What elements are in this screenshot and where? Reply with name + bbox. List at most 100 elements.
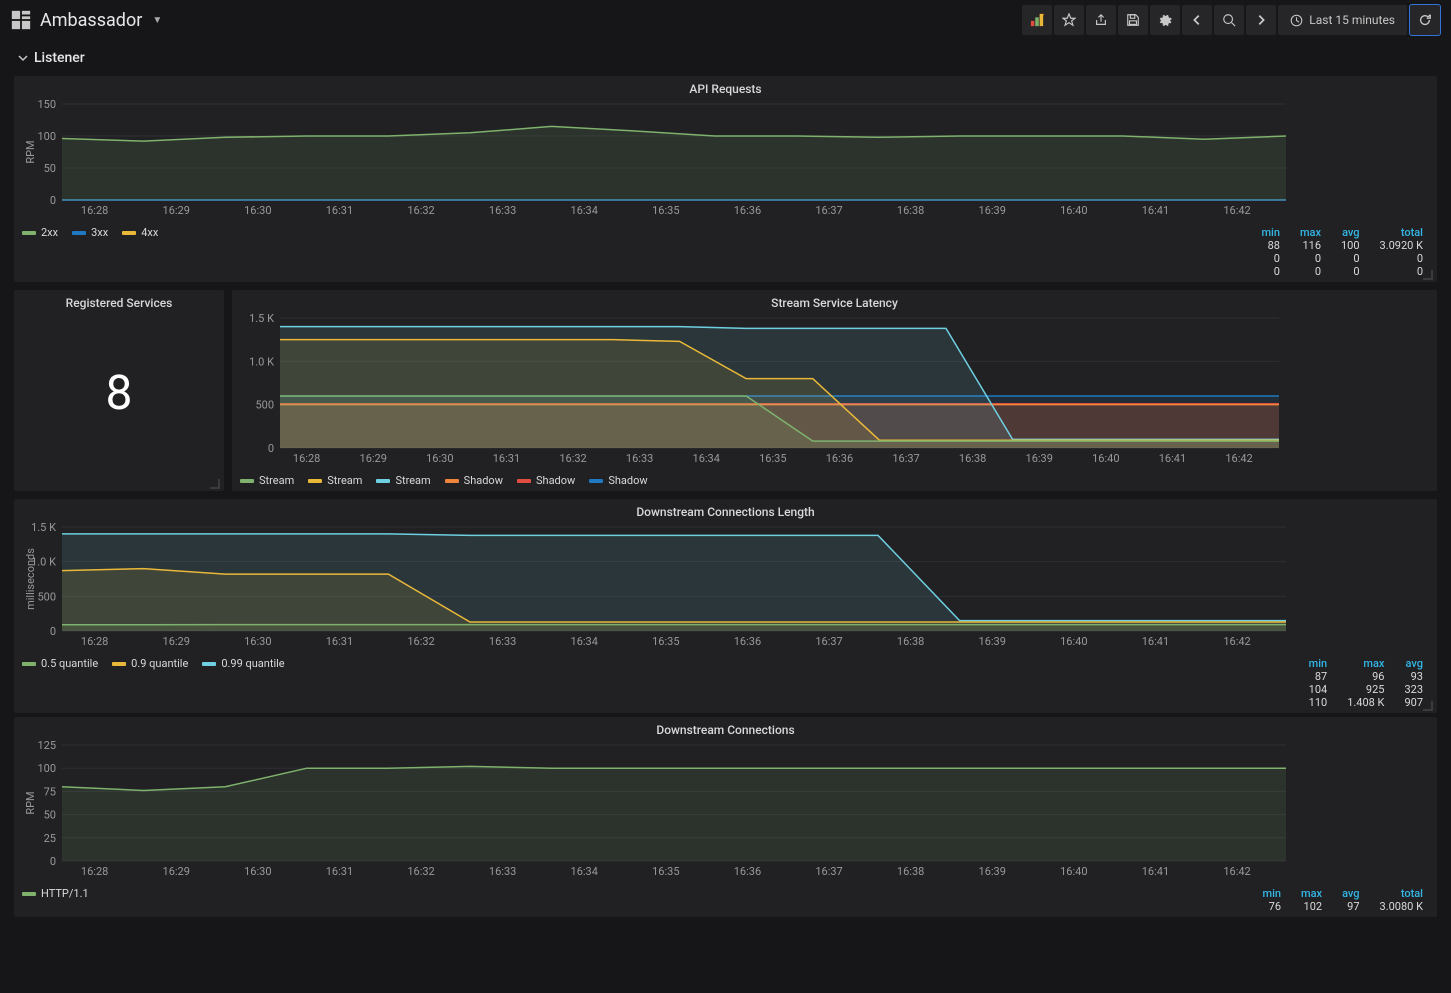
svg-text:16:40: 16:40: [1060, 204, 1087, 217]
svg-text:50: 50: [44, 162, 56, 175]
svg-text:16:41: 16:41: [1142, 204, 1169, 217]
caret-down-icon: ▼: [152, 15, 162, 26]
svg-text:16:33: 16:33: [489, 635, 516, 648]
svg-text:0: 0: [50, 194, 56, 207]
svg-text:50: 50: [44, 809, 56, 822]
svg-text:16:40: 16:40: [1060, 635, 1087, 648]
svg-text:16:37: 16:37: [815, 635, 842, 648]
svg-text:16:30: 16:30: [426, 452, 453, 465]
svg-text:16:36: 16:36: [734, 635, 761, 648]
svg-text:16:29: 16:29: [163, 204, 190, 217]
time-range-picker[interactable]: Last 15 minutes: [1278, 5, 1407, 35]
chart-downstream-connections[interactable]: 025507510012516:2816:2916:3016:3116:3216…: [22, 741, 1292, 879]
svg-text:1.5 K: 1.5 K: [249, 314, 274, 325]
panel-title: API Requests: [14, 76, 1437, 98]
share-button[interactable]: [1086, 5, 1116, 35]
panel-stream-latency[interactable]: Stream Service Latency 05001.0 K1.5 K16:…: [232, 290, 1437, 491]
svg-text:150: 150: [37, 100, 56, 111]
svg-text:16:36: 16:36: [734, 204, 761, 217]
save-button[interactable]: [1118, 5, 1148, 35]
dashboard-picker[interactable]: Ambassador ▼: [10, 9, 162, 31]
svg-text:16:40: 16:40: [1092, 452, 1119, 465]
chart-api-requests[interactable]: 05010015016:2816:2916:3016:3116:3216:331…: [22, 100, 1292, 218]
svg-text:16:33: 16:33: [489, 204, 516, 217]
legend-item[interactable]: 4xx: [122, 226, 158, 239]
legend-item[interactable]: 3xx: [72, 226, 108, 239]
legend-item[interactable]: 0.99 quantile: [202, 657, 284, 670]
svg-text:16:29: 16:29: [360, 452, 387, 465]
svg-text:100: 100: [37, 762, 56, 775]
top-navbar: Ambassador ▼ + Last 15 minutes: [0, 0, 1451, 40]
svg-text:16:34: 16:34: [693, 452, 720, 465]
legend-api-requests: 2xx3xx4xx minmaxavgtotal881161003.0920 K…: [14, 222, 1437, 282]
row-toggle-listener[interactable]: Listener: [0, 40, 1451, 68]
legend-item[interactable]: Shadow: [445, 474, 503, 487]
legend-item[interactable]: HTTP/1.1: [22, 887, 89, 900]
legend-stream-latency: Stream Stream Stream Shadow Shadow Shadow: [232, 470, 1437, 491]
panel-api-requests[interactable]: API Requests 05010015016:2816:2916:3016:…: [14, 76, 1437, 282]
add-panel-button[interactable]: +: [1022, 5, 1052, 35]
legend-item[interactable]: Stream: [308, 474, 362, 487]
svg-text:16:42: 16:42: [1223, 635, 1250, 648]
svg-text:16:41: 16:41: [1142, 635, 1169, 648]
legend-item[interactable]: Shadow: [517, 474, 575, 487]
star-button[interactable]: [1054, 5, 1084, 35]
svg-text:16:42: 16:42: [1223, 865, 1250, 878]
svg-text:16:36: 16:36: [734, 865, 761, 878]
panel-downstream-length[interactable]: Downstream Connections Length 05001.0 K1…: [14, 499, 1437, 713]
svg-text:16:34: 16:34: [571, 865, 598, 878]
svg-text:1.0 K: 1.0 K: [249, 355, 274, 368]
svg-text:16:38: 16:38: [897, 635, 924, 648]
panel-registered-services[interactable]: Registered Services 8: [14, 290, 224, 491]
legend-item[interactable]: Stream: [376, 474, 430, 487]
chart-downstream-length[interactable]: 05001.0 K1.5 K16:2816:2916:3016:3116:321…: [22, 523, 1292, 649]
svg-text:16:38: 16:38: [897, 865, 924, 878]
legend-downstream-length: 0.5 quantile0.9 quantile0.99 quantile mi…: [14, 653, 1437, 713]
legend-item[interactable]: Stream: [240, 474, 294, 487]
svg-text:16:30: 16:30: [244, 204, 271, 217]
svg-text:16:31: 16:31: [326, 635, 353, 648]
svg-text:1.5 K: 1.5 K: [31, 523, 56, 534]
svg-text:16:35: 16:35: [652, 204, 679, 217]
legend-item[interactable]: 0.5 quantile: [22, 657, 98, 670]
svg-text:16:39: 16:39: [979, 204, 1006, 217]
refresh-button[interactable]: [1409, 4, 1441, 36]
panel-title: Registered Services: [14, 290, 224, 312]
panel-downstream-connections[interactable]: Downstream Connections 025507510012516:2…: [14, 717, 1437, 917]
chart-stream-latency[interactable]: 05001.0 K1.5 K16:2816:2916:3016:3116:321…: [240, 314, 1285, 466]
svg-text:16:28: 16:28: [81, 865, 108, 878]
svg-text:16:42: 16:42: [1225, 452, 1252, 465]
panel-title: Downstream Connections Length: [14, 499, 1437, 521]
svg-text:25: 25: [44, 832, 56, 845]
time-back-button[interactable]: [1182, 5, 1212, 35]
svg-text:+: +: [1043, 13, 1045, 19]
legend-downstream-connections: HTTP/1.1 minmaxavgtotal76102973.0080 K: [14, 883, 1437, 917]
time-range-label: Last 15 minutes: [1309, 13, 1395, 27]
svg-text:16:42: 16:42: [1223, 204, 1250, 217]
svg-text:16:36: 16:36: [826, 452, 853, 465]
svg-text:125: 125: [37, 741, 56, 752]
zoom-out-button[interactable]: [1214, 5, 1244, 35]
svg-text:16:37: 16:37: [815, 865, 842, 878]
svg-text:16:31: 16:31: [326, 865, 353, 878]
dashboard-title: Ambassador: [40, 10, 142, 31]
legend-item[interactable]: Shadow: [589, 474, 647, 487]
svg-text:16:29: 16:29: [163, 865, 190, 878]
svg-text:16:39: 16:39: [979, 865, 1006, 878]
svg-text:16:28: 16:28: [293, 452, 320, 465]
svg-text:16:31: 16:31: [326, 204, 353, 217]
svg-text:16:28: 16:28: [81, 204, 108, 217]
svg-text:RPM: RPM: [24, 791, 37, 814]
svg-text:16:37: 16:37: [892, 452, 919, 465]
svg-text:16:39: 16:39: [979, 635, 1006, 648]
svg-text:16:31: 16:31: [493, 452, 520, 465]
svg-text:16:39: 16:39: [1026, 452, 1053, 465]
legend-item[interactable]: 0.9 quantile: [112, 657, 188, 670]
svg-text:16:33: 16:33: [489, 865, 516, 878]
time-forward-button[interactable]: [1246, 5, 1276, 35]
chevron-down-icon: [18, 53, 28, 63]
legend-item[interactable]: 2xx: [22, 226, 58, 239]
row-title: Listener: [34, 50, 85, 66]
settings-button[interactable]: [1150, 5, 1180, 35]
svg-text:0: 0: [50, 855, 56, 868]
